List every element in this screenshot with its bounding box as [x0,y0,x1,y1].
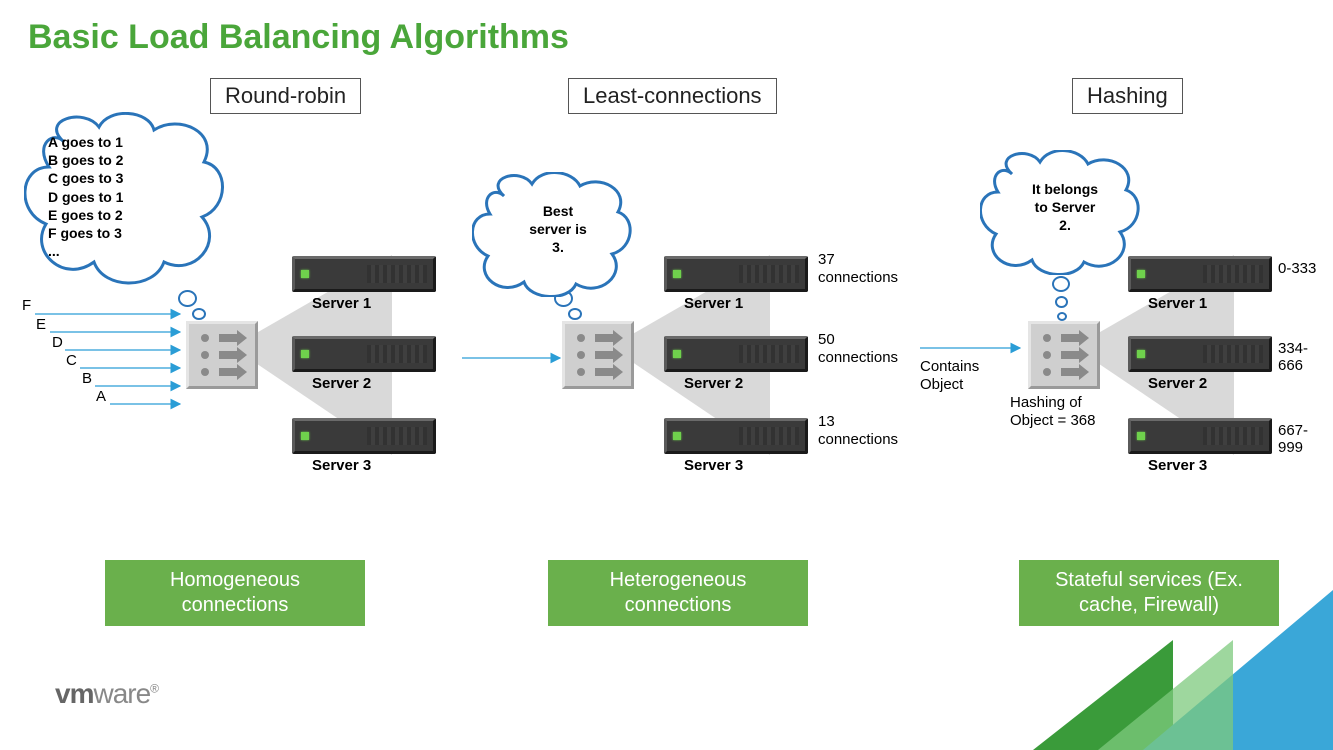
req-d: D [52,334,63,351]
req-b: B [82,370,92,387]
server-lc-2-label: Server 2 [684,375,743,392]
server-hs-1-label: Server 1 [1148,295,1207,312]
server-hs-2 [1128,336,1272,372]
server-lc-2 [664,336,808,372]
server-rr-3-label: Server 3 [312,457,371,474]
req-c: C [66,352,77,369]
req-contains: Contains [920,358,979,375]
server-lc-2-meta1: 50 [818,331,835,348]
req-e: E [36,316,46,333]
load-balancer-lc [562,321,634,389]
badge-rr: Homogeneous connections [105,560,365,626]
req-f: F [22,297,31,314]
req-object: Object [920,376,963,393]
hash-label1: Hashing of [1010,394,1082,411]
server-rr-1-label: Server 1 [312,295,371,312]
server-hs-3 [1128,418,1272,454]
request-arrow-lc [460,348,570,368]
server-hs-1 [1128,256,1272,292]
cloud-text-rr: A goes to 1 B goes to 2 C goes to 3 D go… [48,133,123,260]
page-title: Basic Load Balancing Algorithms [28,18,569,57]
server-lc-1-label: Server 1 [684,295,743,312]
corner-decor [913,550,1333,750]
server-lc-3-label: Server 3 [684,457,743,474]
col-label-hashing: Hashing [1072,78,1183,114]
req-a: A [96,388,106,405]
server-lc-2-meta2: connections [818,349,898,366]
server-lc-1 [664,256,808,292]
col-label-least-connections: Least-connections [568,78,777,114]
server-lc-3-meta2: connections [818,431,898,448]
cloud-text-hs: It belongs to Server 2. [1020,180,1110,235]
server-hs-2-label: Server 2 [1148,375,1207,392]
badge-lc: Heterogeneous connections [548,560,808,626]
server-lc-3-meta1: 13 [818,413,835,430]
server-lc-1-meta1: 37 [818,251,835,268]
server-rr-1 [292,256,436,292]
col-label-round-robin: Round-robin [210,78,361,114]
server-rr-2 [292,336,436,372]
vmware-logo: vmware® [55,678,158,710]
server-hs-3-range: 667-999 [1278,422,1333,456]
server-hs-2-range: 334-666 [1278,340,1333,374]
server-lc-3 [664,418,808,454]
server-hs-3-label: Server 3 [1148,457,1207,474]
load-balancer-hs [1028,321,1100,389]
load-balancer-rr [186,321,258,389]
server-hs-1-range: 0-333 [1278,260,1316,277]
cloud-text-lc: Best server is 3. [518,202,598,257]
hash-label2: Object = 368 [1010,412,1095,429]
server-rr-3 [292,418,436,454]
request-arrow-hs [918,338,1028,358]
server-rr-2-label: Server 2 [312,375,371,392]
server-lc-1-meta2: connections [818,269,898,286]
